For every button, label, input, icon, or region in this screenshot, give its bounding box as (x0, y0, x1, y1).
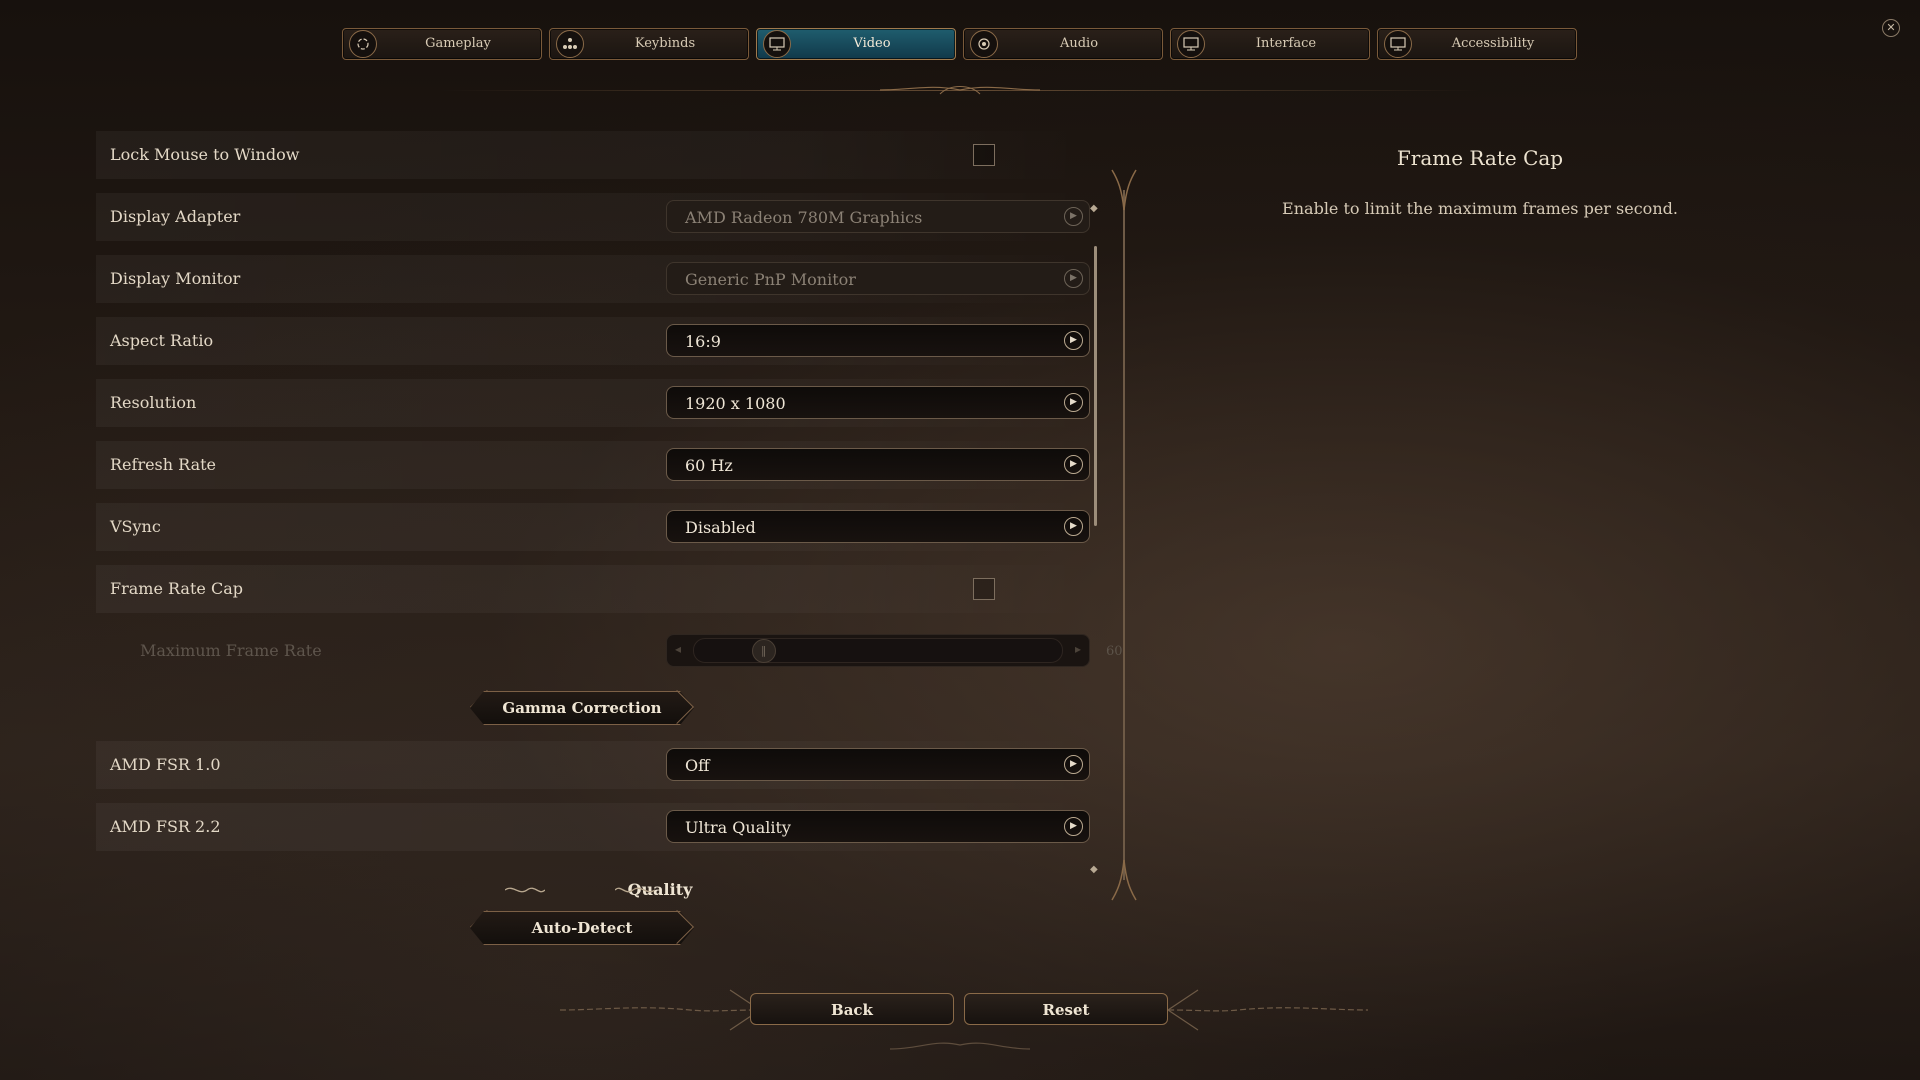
setting-row-fsr1: AMD FSR 1.0 Off ▶ (96, 741, 1090, 789)
info-panel-title: Frame Rate Cap (1396, 146, 1564, 170)
section-title-quality: Quality (627, 880, 693, 899)
dropdown-value: Ultra Quality (685, 818, 791, 837)
close-icon[interactable]: ✕ (1882, 19, 1900, 37)
tab-label: Accessibility (1451, 36, 1535, 51)
tab-label: Interface (1255, 36, 1317, 51)
tab-keybinds[interactable]: Keybinds (549, 28, 749, 60)
tab-label: Audio (1059, 36, 1099, 51)
button-label: Gamma Correction (502, 699, 662, 717)
fsr2-dropdown[interactable]: Ultra Quality ▶ (666, 810, 1090, 843)
vsync-dropdown[interactable]: Disabled ▶ (666, 510, 1090, 543)
chevron-right-icon: ▶ (1064, 455, 1083, 474)
keybinds-icon (556, 30, 584, 58)
setting-label: Frame Rate Cap (110, 579, 243, 598)
scroll-down-icon[interactable]: ◆ (1090, 864, 1098, 875)
setting-row-aspect-ratio: Aspect Ratio 16:9 ▶ (96, 317, 1090, 365)
dropdown-value: 1920 x 1080 (685, 394, 786, 413)
fsr1-dropdown[interactable]: Off ▶ (666, 748, 1090, 781)
monitor-icon (763, 30, 791, 58)
monitor-icon (1177, 30, 1205, 58)
chevron-right-icon: ▶ (1064, 755, 1083, 774)
dropdown-value: 16:9 (685, 332, 721, 351)
reset-button[interactable]: Reset (964, 993, 1168, 1025)
setting-row-resolution: Resolution 1920 x 1080 ▶ (96, 379, 1090, 427)
footer-ornament-right-icon (1168, 989, 1368, 1031)
resolution-dropdown[interactable]: 1920 x 1080 ▶ (666, 386, 1090, 419)
footer-flourish-icon (890, 1042, 1030, 1050)
tab-label: Gameplay (425, 36, 491, 51)
tab-video[interactable]: Video (756, 28, 956, 60)
chevron-right-icon: ▶ (1064, 517, 1083, 536)
button-label: Auto-Detect (531, 919, 633, 937)
arrow-right-icon[interactable]: ▸ (1075, 642, 1081, 656)
panel-divider-ornament (1111, 169, 1137, 901)
flourish-left-icon (505, 887, 545, 893)
setting-row-vsync: VSync Disabled ▶ (96, 503, 1090, 551)
setting-label: Maximum Frame Rate (140, 641, 322, 660)
setting-row-display-monitor: Display Monitor Generic PnP Monitor ▶ (96, 255, 1090, 303)
tab-label: Video (853, 36, 891, 51)
chevron-right-icon: ▶ (1064, 269, 1083, 288)
chevron-right-icon: ▶ (1064, 393, 1083, 412)
setting-row-frame-rate-cap: Frame Rate Cap (96, 565, 1086, 613)
display-monitor-dropdown[interactable]: Generic PnP Monitor ▶ (666, 262, 1090, 295)
chevron-right-icon: ▶ (1064, 817, 1083, 836)
monitor-icon (1384, 30, 1412, 58)
dropdown-value: Disabled (685, 518, 756, 537)
setting-row-max-frame-rate: Maximum Frame Rate ◂ ‖ ▸ 60 (96, 627, 1123, 675)
max-frame-rate-slider[interactable]: ◂ ‖ ▸ (666, 634, 1090, 667)
tab-interface[interactable]: Interface (1170, 28, 1370, 60)
aspect-ratio-dropdown[interactable]: 16:9 ▶ (666, 324, 1090, 357)
dropdown-value: AMD Radeon 780M Graphics (685, 208, 923, 227)
chevron-right-icon: ▶ (1064, 207, 1083, 226)
setting-label: AMD FSR 1.0 (110, 755, 221, 774)
tab-label: Keybinds (634, 36, 696, 51)
footer-ornament-left-icon (560, 989, 760, 1031)
setting-label: VSync (110, 517, 161, 536)
info-panel-description: Enable to limit the maximum frames per s… (1282, 199, 1678, 218)
ornament-flourish-icon (880, 86, 1040, 95)
tab-audio[interactable]: Audio (963, 28, 1163, 60)
slider-track (693, 638, 1063, 663)
chevron-right-icon: ▶ (1064, 331, 1083, 350)
dropdown-value: Generic PnP Monitor (685, 270, 856, 289)
setting-label: Lock Mouse to Window (110, 145, 300, 164)
audio-icon (970, 30, 998, 58)
arrow-left-icon[interactable]: ◂ (675, 642, 681, 656)
button-label: Reset (1042, 1001, 1090, 1019)
tab-accessibility[interactable]: Accessibility (1377, 28, 1577, 60)
setting-label: Display Monitor (110, 269, 241, 288)
setting-row-fsr2: AMD FSR 2.2 Ultra Quality ▶ (96, 803, 1090, 851)
flourish-right-icon (615, 887, 655, 893)
display-adapter-dropdown[interactable]: AMD Radeon 780M Graphics ▶ (666, 200, 1090, 233)
scrollbar-thumb[interactable] (1094, 246, 1097, 526)
tab-gameplay[interactable]: Gameplay (342, 28, 542, 60)
dropdown-value: Off (685, 756, 710, 775)
auto-detect-button[interactable]: Auto-Detect (470, 911, 694, 945)
dropdown-value: 60 Hz (685, 456, 733, 475)
setting-label: Resolution (110, 393, 197, 412)
setting-label: Display Adapter (110, 207, 241, 226)
setting-label: AMD FSR 2.2 (110, 817, 221, 836)
setting-label: Aspect Ratio (110, 331, 214, 350)
scroll-up-icon[interactable]: ◆ (1090, 203, 1098, 214)
refresh-rate-dropdown[interactable]: 60 Hz ▶ (666, 448, 1090, 481)
lock-mouse-checkbox[interactable] (973, 144, 995, 166)
slider-thumb[interactable]: ‖ (751, 639, 776, 663)
setting-row-refresh-rate: Refresh Rate 60 Hz ▶ (96, 441, 1090, 489)
back-button[interactable]: Back (750, 993, 954, 1025)
gamma-correction-button[interactable]: Gamma Correction (470, 691, 694, 725)
button-label: Back (831, 1001, 873, 1019)
setting-label: Refresh Rate (110, 455, 217, 474)
setting-row-lock-mouse: Lock Mouse to Window (96, 131, 1086, 179)
gameplay-icon (349, 30, 377, 58)
setting-row-display-adapter: Display Adapter AMD Radeon 780M Graphics… (96, 193, 1090, 241)
frame-rate-cap-checkbox[interactable] (973, 578, 995, 600)
